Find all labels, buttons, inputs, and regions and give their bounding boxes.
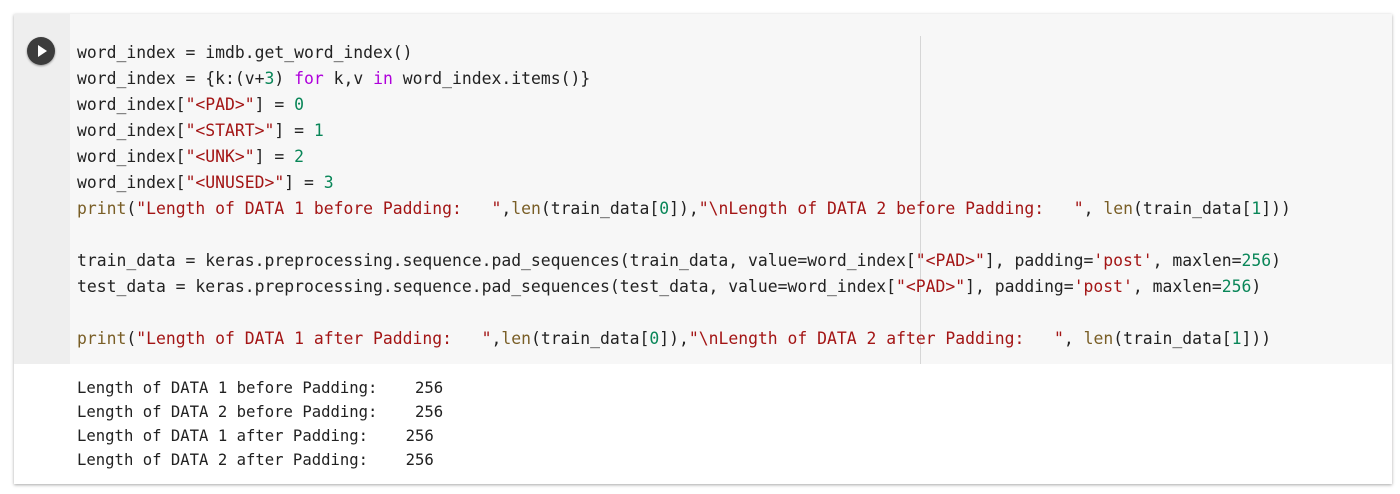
code-token: "\nLength of DATA 2 after Padding: ": [688, 329, 1064, 348]
code-token: "\nLength of DATA 2 before Padding: ": [698, 199, 1084, 218]
cell-output: Length of DATA 1 before Padding: 256 Leng…: [77, 376, 443, 472]
output-line: Length of DATA 2 after Padding: 256: [77, 451, 434, 469]
play-icon: [38, 45, 47, 57]
output-line: Length of DATA 1 before Padding: 256: [77, 379, 444, 397]
code-token: test_data = keras.preprocessing.sequence…: [77, 277, 897, 296]
code-token: 1: [1251, 199, 1262, 218]
code-token: word_index[: [77, 95, 186, 114]
code-token: 256: [1241, 251, 1272, 270]
code-token: (train_data[: [1113, 329, 1232, 348]
code-token: "Length of DATA 1 before Padding: ": [136, 199, 502, 218]
code-token: "Length of DATA 1 after Padding: ": [136, 329, 492, 348]
code-token: for: [294, 69, 324, 88]
code-token: ] =: [254, 95, 295, 114]
code-line: word_index["<UNK>"] = 2: [77, 144, 1291, 170]
code-token: ] =: [274, 121, 314, 140]
code-line: word_index["<UNUSED>"] = 3: [77, 170, 1291, 196]
code-token: 2: [294, 147, 304, 166]
code-token: 0: [649, 329, 660, 348]
code-token: 1: [313, 121, 324, 140]
code-token: word_index = imdb.get_word_index(): [77, 43, 413, 62]
code-token: word_index.items()}: [392, 69, 591, 88]
run-cell-button[interactable]: [27, 37, 55, 65]
code-token: (train_data[: [540, 199, 660, 218]
code-token: (train_data[: [530, 329, 650, 348]
code-token: ], padding=: [965, 277, 1074, 296]
code-token: 3: [264, 69, 275, 88]
code-editor[interactable]: word_index = imdb.get_word_index() word_i…: [14, 14, 1392, 364]
code-token: 'post': [1073, 277, 1133, 296]
code-line: word_index["<PAD>"] = 0: [77, 92, 1291, 118]
code-token: "<UNUSED>": [185, 173, 285, 192]
code-token: ,: [491, 329, 502, 348]
code-token: word_index[: [77, 121, 186, 140]
output-line: Length of DATA 2 before Padding: 256: [77, 403, 444, 421]
code-token: 256: [1221, 277, 1252, 296]
code-token: ], padding=: [984, 251, 1094, 270]
code-token: word_index = {k:(v+: [77, 69, 265, 88]
code-token: ])): [1241, 329, 1272, 348]
code-token: 0: [294, 95, 304, 114]
code-token: len: [511, 199, 541, 218]
code-token: ] =: [254, 147, 295, 166]
code-line: print("Length of DATA 1 after Padding: "…: [77, 326, 1291, 352]
code-line: word_index = imdb.get_word_index(): [77, 40, 1291, 66]
notebook-code-cell: word_index = imdb.get_word_index() word_i…: [14, 14, 1392, 484]
code-token: , maxlen=: [1152, 251, 1242, 270]
code-token: "<PAD>": [896, 277, 966, 296]
code-token: "<PAD>": [185, 95, 255, 114]
code-token: 1: [1231, 329, 1242, 348]
code-token: (: [126, 329, 137, 348]
code-token: in: [373, 69, 393, 88]
code-token: word_index[: [77, 147, 186, 166]
code-token: ): [274, 69, 295, 88]
code-line: print("Length of DATA 1 before Padding: …: [77, 196, 1291, 222]
code-line: train_data = keras.preprocessing.sequenc…: [77, 248, 1291, 274]
cell-gutter: [14, 14, 70, 364]
code-token: print: [77, 199, 127, 218]
code-token: ): [1271, 251, 1281, 270]
code-token: ): [1251, 277, 1262, 296]
code-token: len: [1083, 329, 1114, 348]
code-token: ,: [1083, 199, 1104, 218]
code-line: word_index = {k:(v+3) for k,v in word_in…: [77, 66, 1291, 92]
code-token: k,v: [323, 69, 374, 88]
code-token: (train_data[: [1132, 199, 1252, 218]
code-token: , maxlen=: [1132, 277, 1222, 296]
code-token: ] =: [284, 173, 324, 192]
code-token: print: [77, 329, 127, 348]
code-token: "<UNK>": [185, 147, 255, 166]
code-line: test_data = keras.preprocessing.sequence…: [77, 274, 1291, 300]
code-token: (: [126, 199, 137, 218]
code-token: len: [1103, 199, 1133, 218]
code-token: ,: [501, 199, 512, 218]
code-token: word_index[: [77, 173, 186, 192]
code-token: 0: [659, 199, 670, 218]
output-line: Length of DATA 1 after Padding: 256: [77, 427, 434, 445]
code-token: ]),: [659, 329, 689, 348]
code-line: word_index["<START>"] = 1: [77, 118, 1291, 144]
code-token: "<START>": [185, 121, 275, 140]
code-token: 3: [323, 173, 334, 192]
code-token: "<PAD>": [915, 251, 985, 270]
code-token: ]),: [669, 199, 699, 218]
code-token: len: [501, 329, 531, 348]
code-token: ,: [1063, 329, 1084, 348]
code-token: ])): [1261, 199, 1291, 218]
code-token: train_data = keras.preprocessing.sequenc…: [77, 251, 916, 270]
code-text[interactable]: word_index = imdb.get_word_index() word_i…: [77, 40, 1291, 352]
code-token: 'post': [1093, 251, 1153, 270]
